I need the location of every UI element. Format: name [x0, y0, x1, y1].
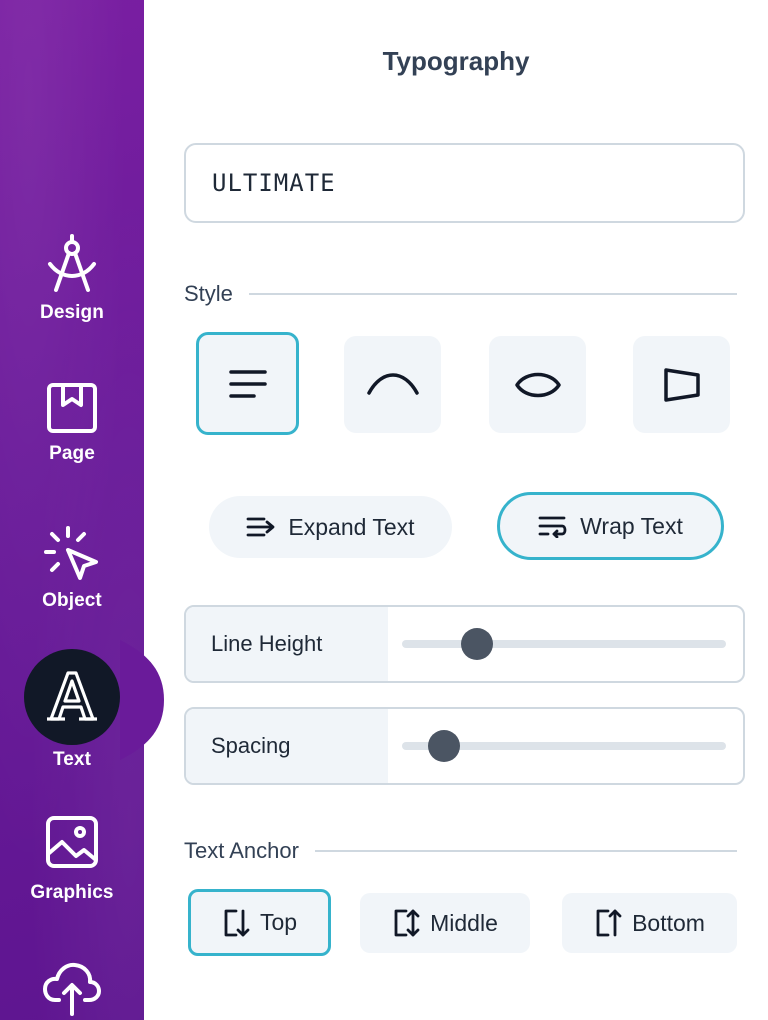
active-indicator — [24, 649, 120, 745]
anchor-bottom-button[interactable]: Bottom — [562, 893, 737, 953]
image-icon — [46, 816, 98, 868]
perspective-shape-icon — [663, 367, 700, 402]
wrap-text-button[interactable]: Wrap Text — [497, 492, 724, 560]
sidebar-item-label: Object — [42, 590, 102, 611]
text-anchor-label: Text Anchor — [184, 838, 299, 863]
anchor-middle-button[interactable]: Middle — [360, 893, 530, 953]
wrap-text-label: Wrap Text — [580, 512, 683, 539]
style-perspective-button[interactable] — [633, 336, 730, 433]
sidebar-item-design[interactable]: Design — [0, 234, 144, 324]
lens-shape-icon — [514, 372, 561, 397]
line-height-control: Line Height — [184, 605, 745, 683]
line-height-slider-track[interactable] — [402, 628, 726, 660]
sidebar-item-label: Text — [52, 749, 92, 770]
anchor-top-icon — [224, 909, 250, 936]
sidebar-item-object[interactable]: Object — [0, 524, 144, 612]
anchor-top-label: Top — [259, 909, 298, 935]
wrap-text-icon — [538, 516, 567, 538]
spacing-slider-track[interactable] — [402, 730, 726, 762]
sidebar: Design Page Object Text Graphics — [0, 0, 164, 1020]
expand-text-button[interactable]: Expand Text — [209, 496, 452, 558]
letter-a-icon — [47, 671, 97, 721]
spacing-slider-thumb[interactable] — [428, 730, 461, 762]
sidebar-item-upload[interactable] — [0, 960, 144, 1016]
anchor-top-button[interactable]: Top — [188, 889, 331, 956]
panel-title: Typography — [382, 46, 530, 76]
align-left-lines-icon — [228, 369, 267, 398]
line-height-label: Line Height — [186, 607, 388, 681]
expand-text-label: Expand Text — [288, 513, 415, 540]
anchor-bottom-label: Bottom — [632, 909, 705, 936]
anchor-bottom-icon — [596, 909, 622, 937]
anchor-middle-label: Middle — [430, 909, 498, 936]
line-height-slider-thumb[interactable] — [460, 628, 493, 660]
divider — [314, 850, 737, 852]
divider — [248, 293, 737, 295]
style-normal-button[interactable] — [196, 332, 299, 435]
text-anchor-section-header: Text Anchor — [184, 838, 737, 864]
style-label: Style — [184, 281, 233, 306]
style-arc-button[interactable] — [344, 336, 441, 433]
anchor-middle-icon — [394, 909, 420, 937]
sidebar-item-text[interactable]: Text — [0, 649, 144, 771]
spacing-label: Spacing — [186, 709, 388, 783]
cloud-upload-icon — [43, 962, 101, 1016]
style-section-header: Style — [184, 281, 737, 307]
sidebar-item-page[interactable]: Page — [0, 381, 144, 465]
expand-text-icon — [247, 517, 275, 537]
spacing-control: Spacing — [184, 707, 745, 785]
sidebar-item-graphics[interactable]: Graphics — [0, 814, 144, 904]
sidebar-item-label: Graphics — [30, 882, 114, 903]
text-content-input[interactable] — [184, 143, 745, 223]
arc-curve-icon — [366, 372, 419, 395]
bookmark-page-icon — [47, 383, 97, 433]
sidebar-item-label: Design — [40, 302, 104, 323]
style-lens-button[interactable] — [489, 336, 586, 433]
cursor-click-icon — [44, 526, 98, 580]
compass-icon — [48, 234, 96, 292]
sidebar-item-label: Page — [49, 443, 95, 464]
